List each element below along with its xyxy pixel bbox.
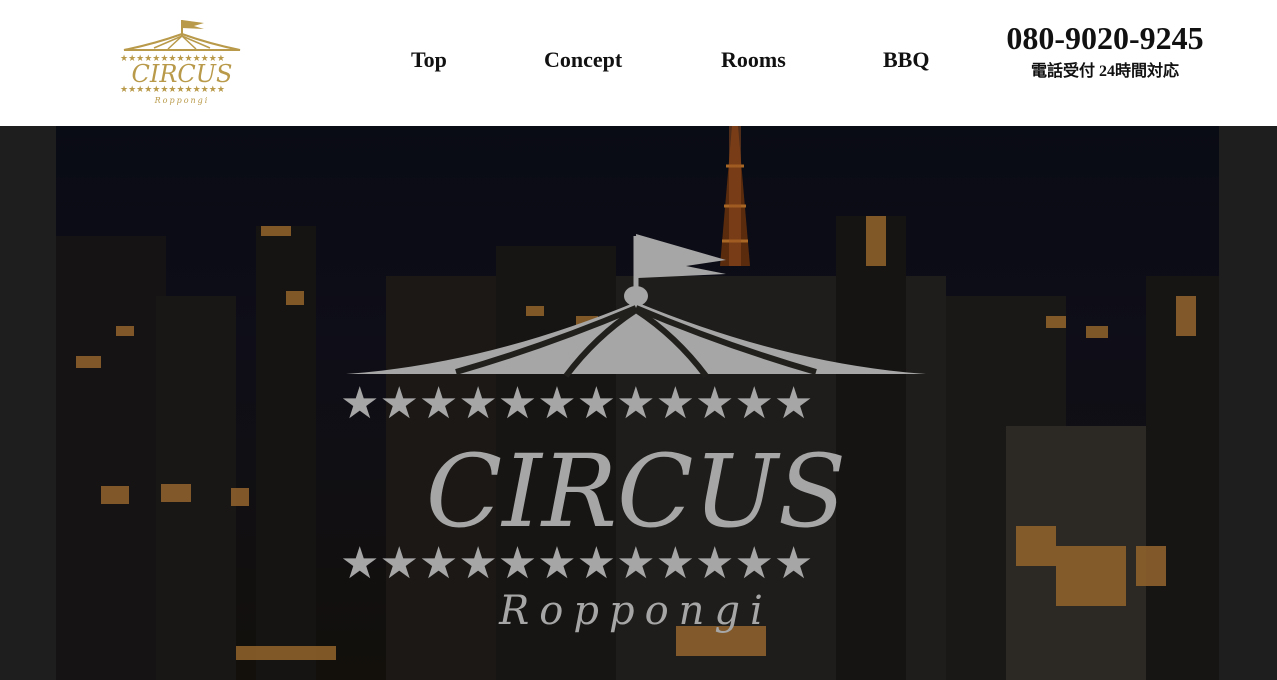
nav-rooms[interactable]: Rooms [721, 47, 786, 73]
circus-tent-icon [346, 286, 926, 378]
hero-circus-logo: ★★★★★★★★★★★★ ★★★★★★★★★★★★ CIRCUS Roppong… [340, 234, 926, 634]
contact-block: 080-9020-9245 電話受付 24時間対応 [1000, 18, 1210, 82]
flag-icon [633, 234, 726, 288]
site-header: ★★★★★★★★★★★★★ ★★★★★★★★★★★★★ CIRCUS Roppo… [0, 0, 1277, 126]
svg-text:★★★★★★★★★★★★: ★★★★★★★★★★★★ [340, 378, 813, 429]
nav-top[interactable]: Top [411, 47, 447, 73]
header-logo[interactable]: ★★★★★★★★★★★★★ ★★★★★★★★★★★★★ CIRCUS Roppo… [114, 14, 250, 106]
phone-number[interactable]: 080-9020-9245 [1000, 18, 1210, 58]
nav-bbq[interactable]: BBQ [883, 47, 929, 73]
header-logo-title: CIRCUS [132, 60, 233, 88]
header-logo-subtitle: Roppongi [154, 96, 210, 105]
hero-logo-title: CIRCUS [426, 433, 847, 550]
phone-hours: 電話受付 24時間対応 [1030, 63, 1179, 80]
hero-banner: ★★★★★★★★★★★★ ★★★★★★★★★★★★ CIRCUS Roppong… [56, 126, 1219, 680]
hero-logo-subtitle: Roppongi [498, 588, 773, 634]
nav-concept[interactable]: Concept [544, 47, 622, 73]
